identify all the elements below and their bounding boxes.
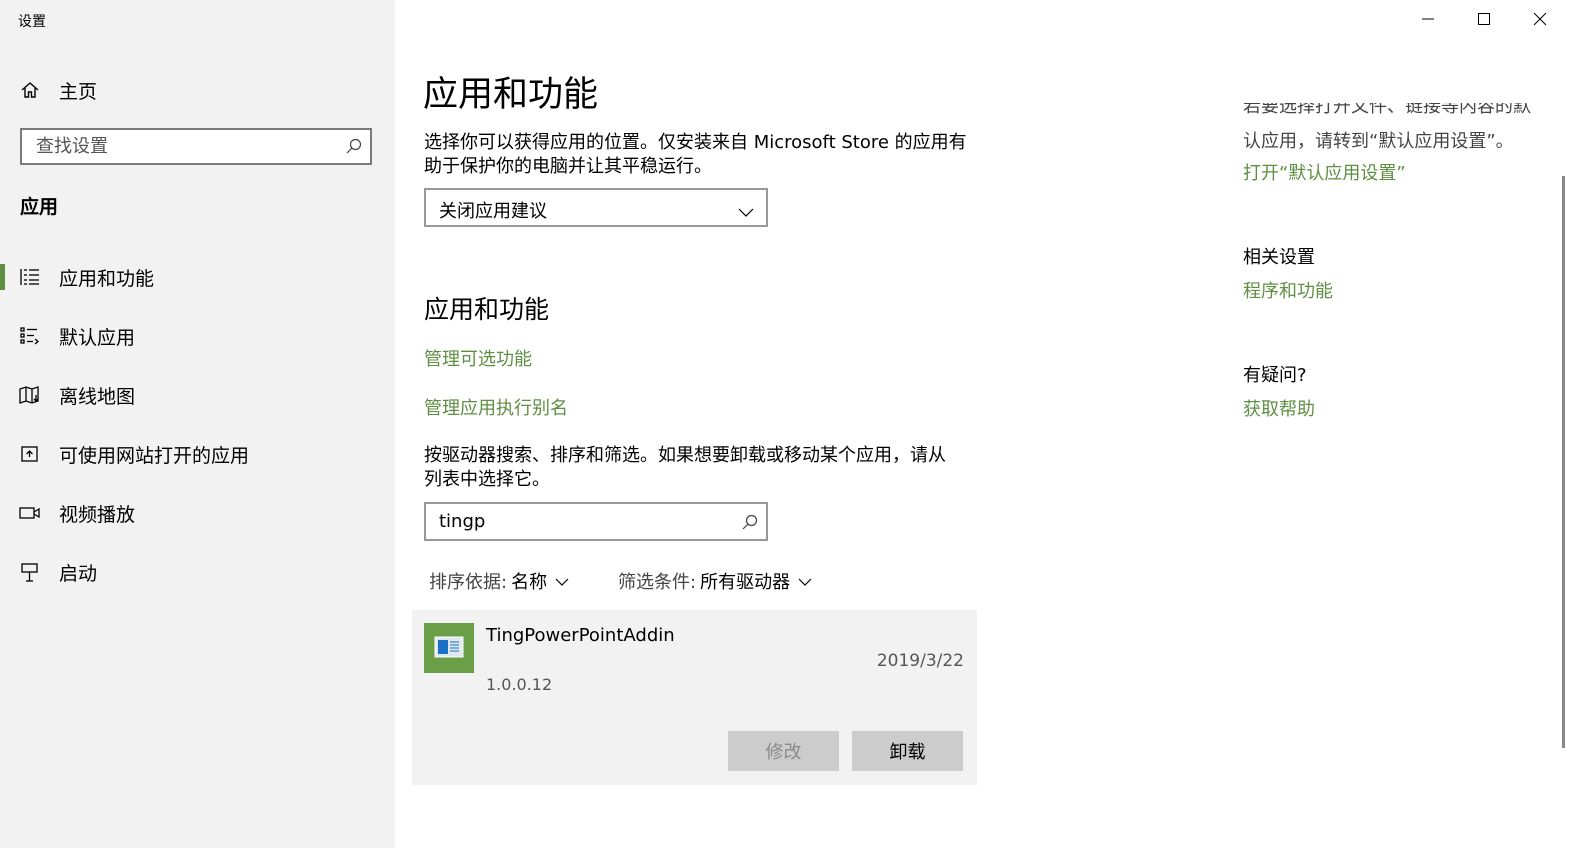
app-install-date: 2019/3/22 (876, 651, 964, 671)
offline-maps-icon (19, 384, 41, 406)
search-icon[interactable] (742, 514, 758, 534)
install-source-description: 选择你可以获得应用的位置。仅安装来自 Microsoft Store 的应用有 … (424, 131, 967, 179)
chevron-down-icon (798, 571, 812, 592)
app-list-item[interactable]: TingPowerPointAddin 2019/3/22 1.0.0.12 修… (412, 610, 977, 785)
close-icon (1533, 12, 1547, 26)
sidebar-item-label: 离线地图 (59, 385, 136, 408)
filter-by-value: 所有驱动器 (700, 572, 791, 593)
apps-for-websites-icon (19, 443, 41, 465)
settings-search-box (20, 128, 372, 165)
app-search-input[interactable] (426, 504, 739, 539)
default-apps-hint-clipped: 若要选择打开文件、链接等内容的默 (1243, 103, 1553, 121)
manage-optional-features-link[interactable]: 管理可选功能 (424, 345, 532, 371)
video-playback-icon (19, 502, 41, 524)
install-source-description-line: 选择你可以获得应用的位置。仅安装来自 Microsoft Store 的应用有 (424, 132, 967, 153)
install-source-dropdown[interactable]: 关闭应用建议 (424, 188, 768, 227)
settings-search-input[interactable] (22, 130, 346, 163)
sidebar-item-apps-for-websites[interactable]: 可使用网站打开的应用 (0, 434, 395, 474)
default-apps-hint-line: 若要选择打开文件、链接等内容的默 (1243, 103, 1531, 117)
manage-app-execution-aliases-link[interactable]: 管理应用执行别名 (424, 394, 568, 420)
sidebar-item-label: 可使用网站打开的应用 (59, 444, 250, 467)
sidebar-item-default-apps[interactable]: 默认应用 (0, 316, 395, 356)
sidebar-section-header: 应用 (20, 196, 59, 218)
install-source-value: 关闭应用建议 (439, 201, 547, 222)
search-icon[interactable] (346, 138, 362, 158)
sidebar: 设置 主页 应用 应用和功能 默认应用 离线地图 可使用网站打 (0, 0, 395, 848)
home-icon (19, 79, 41, 101)
sidebar-item-label: 视频播放 (59, 503, 136, 526)
search-description: 按驱动器搜索、排序和筛选。如果想要卸载或移动某个应用，请从 列表中选择它。 (424, 444, 946, 492)
sort-by-dropdown[interactable]: 排序依据: 名称 (429, 568, 569, 594)
close-button[interactable] (1512, 0, 1568, 38)
sort-by-value: 名称 (511, 572, 548, 593)
app-icon (424, 623, 474, 673)
sidebar-item-apps-features[interactable]: 应用和功能 (0, 257, 395, 297)
chevron-down-icon (555, 571, 569, 592)
default-apps-icon (19, 325, 41, 347)
sidebar-item-startup[interactable]: 启动 (0, 552, 395, 592)
open-default-apps-settings-link[interactable]: 打开“默认应用设置” (1243, 159, 1406, 185)
search-description-line: 列表中选择它。 (424, 469, 550, 490)
sidebar-item-label: 启动 (59, 562, 98, 585)
sidebar-item-label: 默认应用 (59, 326, 136, 349)
sidebar-item-home[interactable]: 主页 (0, 70, 395, 110)
apps-features-icon (19, 266, 41, 288)
install-source-description-line: 助于保护你的电脑并让其平稳运行。 (424, 156, 712, 177)
app-name: TingPowerPointAddin (486, 625, 675, 646)
scrollbar[interactable] (1562, 176, 1565, 748)
app-search-box (424, 502, 768, 541)
window-title: 设置 (18, 14, 46, 30)
startup-icon (19, 561, 41, 583)
filter-by-dropdown[interactable]: 筛选条件: 所有驱动器 (618, 568, 812, 594)
programs-and-features-link[interactable]: 程序和功能 (1243, 277, 1333, 303)
sidebar-item-video-playback[interactable]: 视频播放 (0, 493, 395, 533)
minimize-icon (1422, 18, 1434, 20)
maximize-button[interactable] (1456, 0, 1512, 38)
minimize-button[interactable] (1400, 0, 1456, 38)
section-title: 应用和功能 (424, 295, 550, 324)
question-header: 有疑问? (1243, 365, 1307, 386)
app-version: 1.0.0.12 (486, 675, 553, 694)
sidebar-item-label: 主页 (59, 80, 98, 103)
maximize-icon (1478, 13, 1490, 25)
related-settings-header: 相关设置 (1243, 247, 1315, 268)
filter-by-label: 筛选条件: (618, 572, 697, 593)
search-description-line: 按驱动器搜索、排序和筛选。如果想要卸载或移动某个应用，请从 (424, 445, 946, 466)
uninstall-button[interactable]: 卸载 (852, 731, 963, 771)
sidebar-item-label: 应用和功能 (59, 267, 155, 290)
modify-button: 修改 (728, 731, 839, 771)
chevron-down-icon (738, 203, 754, 222)
get-help-link[interactable]: 获取帮助 (1243, 395, 1315, 421)
page-title: 应用和功能 (423, 75, 599, 115)
sidebar-item-offline-maps[interactable]: 离线地图 (0, 375, 395, 415)
default-apps-hint-line: 认应用，请转到“默认应用设置”。 (1243, 131, 1514, 152)
sort-by-label: 排序依据: (429, 572, 508, 593)
